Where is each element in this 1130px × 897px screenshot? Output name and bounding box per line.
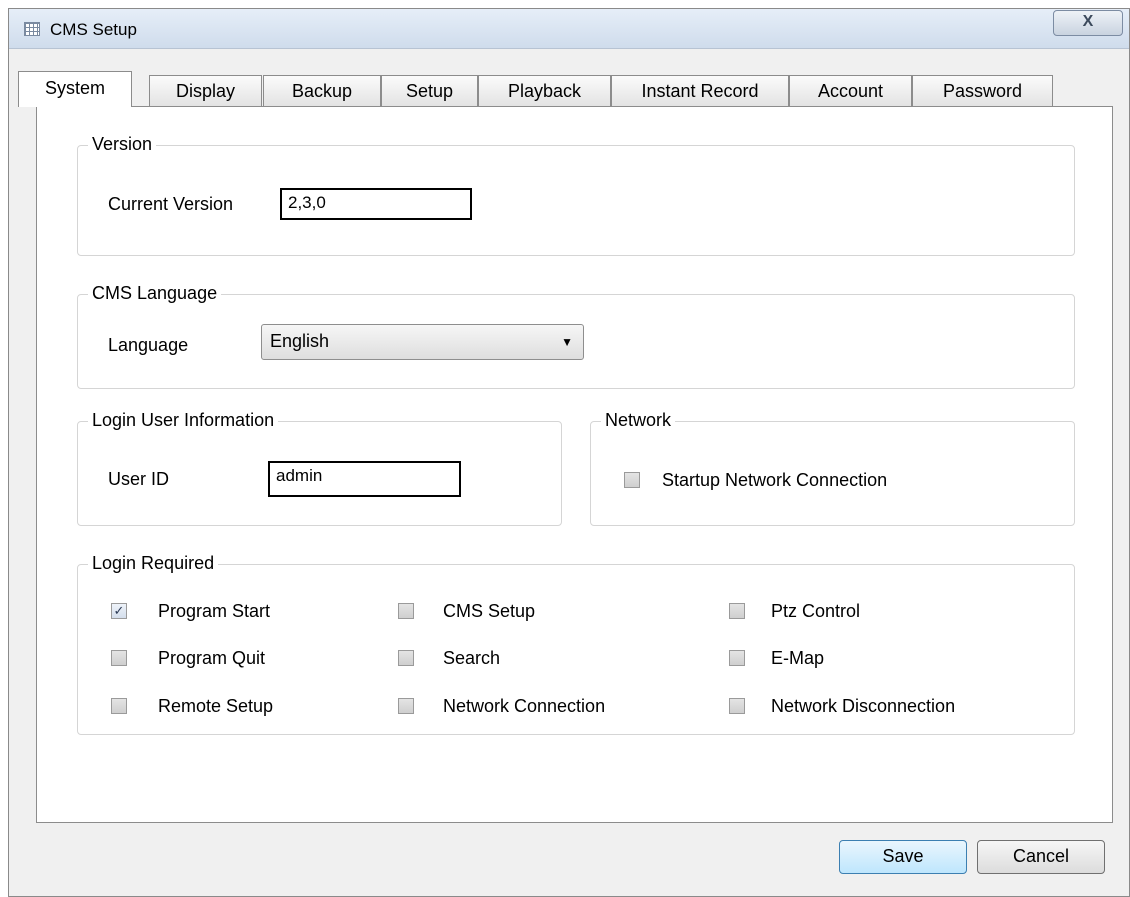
cms-setup-label: CMS Setup [443, 601, 536, 621]
tab-setup[interactable]: Setup [381, 75, 478, 106]
version-group: Version Current Version 2,3,0 [77, 133, 1075, 256]
grid-app-icon [24, 22, 40, 36]
cms-setup-dialog: CMS Setup X System Display Backup Setup … [8, 8, 1130, 897]
network-connection-label: Network Connection [443, 696, 606, 716]
tab-password[interactable]: Password [912, 75, 1053, 106]
save-button[interactable]: Save [839, 840, 967, 874]
search-checkbox[interactable] [398, 650, 414, 666]
cms-language-group: CMS Language Language English ▼ [77, 282, 1075, 389]
e-map-checkbox[interactable] [729, 650, 745, 666]
remote-setup-checkbox[interactable] [111, 698, 127, 714]
ptz-control-checkbox[interactable] [729, 603, 745, 619]
network-disconnection-label: Network Disconnection [771, 696, 956, 716]
startup-network-connection-label: Startup Network Connection [662, 470, 888, 490]
remote-setup-label: Remote Setup [158, 696, 274, 716]
login-required-group: Login Required ✓ Program Start CMS Setup… [77, 552, 1075, 735]
system-tab-panel: Version Current Version 2,3,0 CMS Langua… [36, 106, 1113, 823]
network-connection-checkbox[interactable] [398, 698, 414, 714]
current-version-label: Current Version [108, 194, 234, 214]
user-id-field[interactable]: admin [268, 461, 461, 497]
title-bar[interactable]: CMS Setup X [9, 9, 1129, 49]
e-map-label: E-Map [771, 648, 825, 668]
network-group-label: Network [601, 409, 676, 431]
login-required-group-label: Login Required [88, 552, 219, 574]
language-select[interactable]: English ▼ [261, 324, 584, 360]
tab-account[interactable]: Account [789, 75, 912, 106]
network-disconnection-checkbox[interactable] [729, 698, 745, 714]
network-group: Network Startup Network Connection [590, 409, 1075, 526]
tab-system[interactable]: System [18, 71, 132, 107]
user-id-label: User ID [108, 469, 170, 489]
login-user-information-group: Login User Information User ID admin [77, 409, 562, 526]
chevron-down-icon[interactable]: ▼ [561, 325, 573, 359]
program-quit-checkbox[interactable] [111, 650, 127, 666]
program-start-label: Program Start [158, 601, 271, 621]
tab-display[interactable]: Display [149, 75, 262, 106]
cancel-button[interactable]: Cancel [977, 840, 1105, 874]
language-label: Language [108, 335, 189, 355]
tab-instant-record[interactable]: Instant Record [611, 75, 789, 106]
search-label: Search [443, 648, 501, 668]
current-version-field[interactable]: 2,3,0 [280, 188, 472, 220]
cms-setup-checkbox[interactable] [398, 603, 414, 619]
tab-playback[interactable]: Playback [478, 75, 611, 106]
version-group-label: Version [88, 133, 157, 155]
language-selected-value: English [270, 331, 330, 351]
window-title: CMS Setup [50, 20, 137, 39]
check-icon[interactable]: ✓ [111, 603, 127, 619]
tab-backup[interactable]: Backup [263, 75, 381, 106]
program-quit-label: Program Quit [158, 648, 266, 668]
close-icon[interactable]: X [1053, 10, 1123, 36]
cms-language-group-label: CMS Language [88, 282, 222, 304]
ptz-control-label: Ptz Control [771, 601, 861, 621]
login-user-group-label: Login User Information [88, 409, 279, 431]
startup-network-connection-checkbox[interactable] [624, 472, 640, 488]
